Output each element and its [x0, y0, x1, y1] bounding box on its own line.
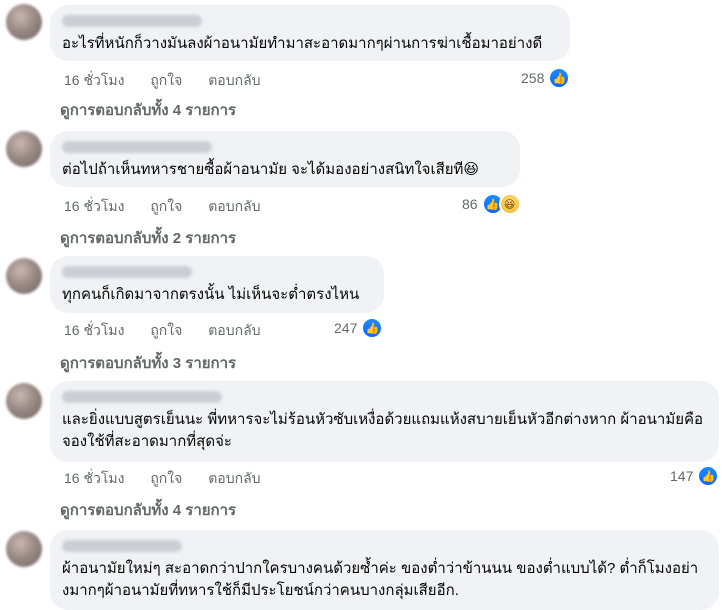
like-icon: 👍	[697, 465, 720, 487]
comment-text: ผ้าอนามัยใหม่ๆ สะอาดกว่าปากใครบางคนด้วยซ…	[62, 560, 699, 599]
comment-text: อะไรที่หนักก็วางมันลงผ้าอนามัยทำมาสะอาดม…	[62, 35, 543, 52]
avatar[interactable]	[6, 383, 42, 419]
comment-bubble: ต่อไปถ้าเห็นทหารชายซื้อผ้าอนามัย จะได้มอ…	[50, 131, 520, 187]
like-button[interactable]: ถูกใจ	[150, 470, 182, 486]
like-button[interactable]: ถูกใจ	[150, 198, 182, 214]
haha-icon: 😆	[498, 193, 521, 215]
reaction-summary[interactable]: 258 👍	[521, 67, 571, 89]
timestamp[interactable]: 16 ชั่วโมง	[64, 470, 124, 486]
like-icon: 👍	[548, 67, 571, 89]
reaction-summary[interactable]: 247 👍	[334, 317, 384, 339]
reply-button[interactable]: ตอบกลับ	[208, 72, 260, 88]
reaction-summary[interactable]: 86 👍 😆	[462, 193, 521, 215]
reaction-summary[interactable]: 147 👍	[670, 465, 720, 487]
comment-bubble: และยิ่งแบบสูตรเย็นนะ พี่ทหารจะไม่ร้อนหัว…	[50, 381, 719, 462]
avatar[interactable]	[6, 131, 42, 167]
like-button[interactable]: ถูกใจ	[150, 72, 182, 88]
reaction-count: 86	[462, 196, 478, 212]
author-name-blurred[interactable]	[62, 391, 222, 403]
timestamp[interactable]: 16 ชั่วโมง	[64, 198, 124, 214]
reaction-count: 147	[670, 468, 694, 484]
comment-bubble: อะไรที่หนักก็วางมันลงผ้าอนามัยทำมาสะอาดม…	[50, 5, 570, 61]
timestamp[interactable]: 16 ชั่วโมง	[64, 322, 124, 338]
view-replies-link[interactable]: ดูการตอบกลับทั้ง 3 รายการ	[60, 351, 236, 375]
view-replies-link[interactable]: ดูการตอบกลับทั้ง 4 รายการ	[60, 98, 236, 122]
comment-bubble: ทุกคนก็เกิดมาจากตรงนั้น ไม่เห็นจะต่ำตรงไ…	[50, 256, 384, 313]
author-name-blurred[interactable]	[62, 266, 192, 278]
view-replies-link[interactable]: ดูการตอบกลับทั้ง 2 รายการ	[60, 226, 236, 250]
reaction-count: 258	[521, 70, 545, 86]
view-replies-label: ดูการตอบกลับทั้ง 3 รายการ	[60, 355, 237, 372]
comment-actions: 16 ชั่วโมง ถูกใจ ตอบกลับ	[64, 468, 283, 490]
view-replies-label: ดูการตอบกลับทั้ง 4 รายการ	[60, 502, 237, 519]
comment-text: ต่อไปถ้าเห็นทหารชายซื้อผ้าอนามัย จะได้มอ…	[62, 161, 480, 178]
timestamp[interactable]: 16 ชั่วโมง	[64, 72, 124, 88]
comment-actions: 16 ชั่วโมง ถูกใจ ตอบกลับ	[64, 320, 283, 342]
avatar[interactable]	[6, 531, 42, 567]
reply-button[interactable]: ตอบกลับ	[208, 470, 260, 486]
reaction-count: 247	[334, 320, 358, 336]
avatar[interactable]	[6, 4, 42, 40]
author-name-blurred[interactable]	[62, 540, 182, 552]
author-name-blurred[interactable]	[62, 15, 202, 27]
comment-bubble: ผ้าอนามัยใหม่ๆ สะอาดกว่าปากใครบางคนด้วยซ…	[50, 530, 719, 610]
author-name-blurred[interactable]	[62, 141, 212, 153]
comment-actions: 16 ชั่วโมง ถูกใจ ตอบกลับ	[64, 70, 283, 92]
view-replies-link[interactable]: ดูการตอบกลับทั้ง 4 รายการ	[60, 498, 236, 522]
comment-actions: 16 ชั่วโมง ถูกใจ ตอบกลับ	[64, 196, 283, 218]
comment-text: และยิ่งแบบสูตรเย็นนะ พี่ทหารจะไม่ร้อนหัว…	[62, 411, 704, 450]
like-icon: 👍	[361, 317, 384, 339]
avatar[interactable]	[6, 258, 42, 294]
view-replies-label: ดูการตอบกลับทั้ง 2 รายการ	[60, 230, 237, 247]
reply-button[interactable]: ตอบกลับ	[208, 322, 260, 338]
comment-text: ทุกคนก็เกิดมาจากตรงนั้น ไม่เห็นจะต่ำตรงไ…	[62, 286, 360, 303]
view-replies-label: ดูการตอบกลับทั้ง 4 รายการ	[60, 102, 237, 119]
reply-button[interactable]: ตอบกลับ	[208, 198, 260, 214]
like-button[interactable]: ถูกใจ	[150, 322, 182, 338]
